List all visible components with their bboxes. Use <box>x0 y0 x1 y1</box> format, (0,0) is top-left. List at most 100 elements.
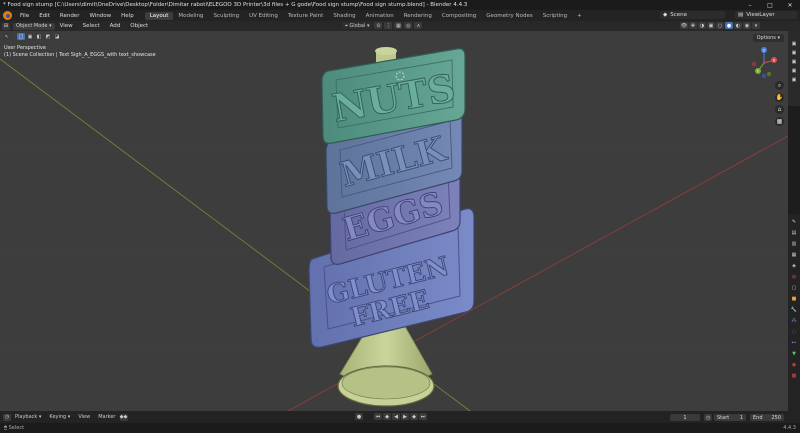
pan-hand-icon[interactable]: ✋ <box>775 93 784 102</box>
timeline-editor-icon[interactable]: ◷ <box>3 413 11 421</box>
active-object-label: (1) Scene Collection | Text Sigh_A_EGGS_… <box>4 52 156 58</box>
physics-properties-icon[interactable]: ◌ <box>790 328 798 336</box>
camera-icon-5[interactable]: ▣ <box>792 77 797 83</box>
playback-menu[interactable]: Playback ▾ <box>11 414 45 420</box>
tool-properties-icon[interactable]: ✎ <box>790 218 798 226</box>
play-icon[interactable]: ▶ <box>401 413 409 420</box>
tab-texture-paint[interactable]: Texture Paint <box>283 12 329 20</box>
select-mode-intersect-icon[interactable]: ◪ <box>53 33 61 40</box>
scene-properties-icon[interactable]: ◈ <box>790 262 798 270</box>
select-mode-new-icon[interactable]: ▢ <box>17 33 25 40</box>
overlay-icon[interactable]: ◑ <box>698 22 706 29</box>
auto-key-icon[interactable]: ● <box>355 413 363 420</box>
tab-scripting[interactable]: Scripting <box>538 12 572 20</box>
particles-properties-icon[interactable]: ⁂ <box>790 317 798 325</box>
maximize-button[interactable]: □ <box>760 2 780 9</box>
editor-type-icon[interactable]: ⊞ <box>2 22 10 30</box>
minimize-button[interactable]: – <box>740 2 760 9</box>
prev-keyframe-icon[interactable]: ◆ <box>383 413 391 420</box>
wireframe-shading-icon[interactable]: ○ <box>716 22 724 29</box>
object-properties-icon[interactable]: ■ <box>790 295 798 303</box>
menu-object[interactable]: Object <box>125 23 153 29</box>
view-layer-selector[interactable]: ▤ ViewLayer <box>735 11 797 19</box>
xray-icon[interactable]: ▣ <box>707 22 715 29</box>
mode-selector[interactable]: Object Mode ▾ <box>13 22 55 30</box>
jump-start-icon[interactable]: ⏮ <box>374 413 382 420</box>
tab-compositing[interactable]: Compositing <box>437 12 481 20</box>
output-properties-icon[interactable]: ▥ <box>790 240 798 248</box>
preview-range-icon[interactable]: ◷ <box>704 414 712 421</box>
shading-options-icon[interactable]: ▾ <box>752 22 760 29</box>
navigation-gizmo[interactable]: Z X Y <box>750 45 778 81</box>
camera-icon[interactable]: ▣ <box>792 41 797 47</box>
current-frame-field[interactable]: 1 <box>670 414 700 421</box>
rendered-shading-icon[interactable]: ◉ <box>743 22 751 29</box>
menu-edit[interactable]: Edit <box>34 13 55 19</box>
3d-viewport[interactable]: GLUTEN FREE EGGS MILK NUTS ↖ ▢ ▣ ◧ ◩ ◪ U… <box>0 31 788 411</box>
viewport-nav-buttons: ⌕ ✋ ⌂ ▦ <box>775 81 784 126</box>
start-frame-field[interactable]: Start 1 <box>714 414 746 421</box>
menu-add[interactable]: Add <box>105 23 126 29</box>
select-mode-invert-icon[interactable]: ◩ <box>44 33 52 40</box>
blender-logo-icon[interactable] <box>3 11 12 20</box>
jump-end-icon[interactable]: ⏭ <box>419 413 427 420</box>
pivot-icon[interactable]: ⊙ <box>374 22 383 29</box>
keyframe-icon[interactable]: ◆◆ <box>119 413 128 421</box>
world-properties-icon[interactable]: ◍ <box>790 273 798 281</box>
next-keyframe-icon[interactable]: ◆ <box>410 413 418 420</box>
tab-animation[interactable]: Animation <box>361 12 399 20</box>
falloff-icon[interactable]: ∧ <box>414 22 423 29</box>
tab-sculpting[interactable]: Sculpting <box>208 12 244 20</box>
modifier-properties-icon[interactable]: 🔧 <box>790 306 798 314</box>
current-frame-value: 1 <box>683 414 687 421</box>
menu-render[interactable]: Render <box>55 13 85 19</box>
timeline-view-menu[interactable]: View <box>74 414 94 420</box>
constraints-properties-icon[interactable]: ⊷ <box>790 339 798 347</box>
select-tool-icon[interactable]: ↖ <box>3 33 11 40</box>
camera-icon-4[interactable]: ▣ <box>792 68 797 74</box>
proportional-edit-icon[interactable]: ◎ <box>404 22 413 29</box>
tab-shading[interactable]: Shading <box>328 12 360 20</box>
snap-target-icon[interactable]: ▦ <box>394 22 403 29</box>
close-button[interactable]: ✕ <box>780 2 800 9</box>
render-properties-icon[interactable]: ▤ <box>790 229 798 237</box>
camera-icon-2[interactable]: ▣ <box>792 50 797 56</box>
options-dropdown[interactable]: Options ▾ <box>752 34 784 42</box>
keying-menu[interactable]: Keying ▾ <box>45 414 74 420</box>
menu-window[interactable]: Window <box>84 13 116 19</box>
data-properties-icon[interactable]: ▼ <box>790 350 798 358</box>
camera-icon-3[interactable]: ▣ <box>792 59 797 65</box>
play-reverse-icon[interactable]: ◀ <box>392 413 400 420</box>
tab-rendering[interactable]: Rendering <box>399 12 437 20</box>
tab-modeling[interactable]: Modeling <box>173 12 208 20</box>
window-titlebar: * Food sign stump [C:\Users\dimit\OneDri… <box>0 0 800 10</box>
tab-uv-editing[interactable]: UV Editing <box>244 12 283 20</box>
perspective-toggle-icon[interactable]: ▦ <box>775 117 784 126</box>
material-shading-icon[interactable]: ◐ <box>734 22 742 29</box>
select-mode-extend-icon[interactable]: ▣ <box>26 33 34 40</box>
transform-orientation[interactable]: ⌖ Global ▾ <box>342 22 373 29</box>
zoom-icon[interactable]: ⌕ <box>775 81 784 90</box>
tab-geometry-nodes[interactable]: Geometry Nodes <box>481 12 537 20</box>
end-frame-field[interactable]: End 250 <box>750 414 784 421</box>
texture-properties-icon[interactable]: ▩ <box>790 372 798 380</box>
gizmo-toggle-icon[interactable]: ✥ <box>689 22 697 29</box>
menu-select[interactable]: Select <box>78 23 105 29</box>
collection-properties-icon[interactable]: ▢ <box>790 284 798 292</box>
add-workspace-button[interactable]: + <box>572 12 587 20</box>
view-layer-properties-icon[interactable]: ▦ <box>790 251 798 259</box>
snap-icon[interactable]: ⋮ <box>384 22 393 29</box>
scene-selector[interactable]: ◆ Scene <box>660 11 725 19</box>
tab-layout[interactable]: Layout <box>144 11 174 20</box>
marker-menu[interactable]: Marker <box>94 414 119 420</box>
camera-view-icon[interactable]: ⌂ <box>775 105 784 114</box>
menu-help[interactable]: Help <box>116 13 139 19</box>
material-properties-icon[interactable]: ◉ <box>790 361 798 369</box>
menu-file[interactable]: File <box>15 13 34 19</box>
playback-controls: ⏮ ◆ ◀ ▶ ◆ ⏭ <box>374 413 427 420</box>
visibility-icon[interactable]: 👁 <box>680 22 688 29</box>
solid-shading-icon[interactable]: ● <box>725 22 733 29</box>
menu-view[interactable]: View <box>55 23 78 29</box>
select-mode-subtract-icon[interactable]: ◧ <box>35 33 43 40</box>
options-label: Options <box>756 35 776 41</box>
